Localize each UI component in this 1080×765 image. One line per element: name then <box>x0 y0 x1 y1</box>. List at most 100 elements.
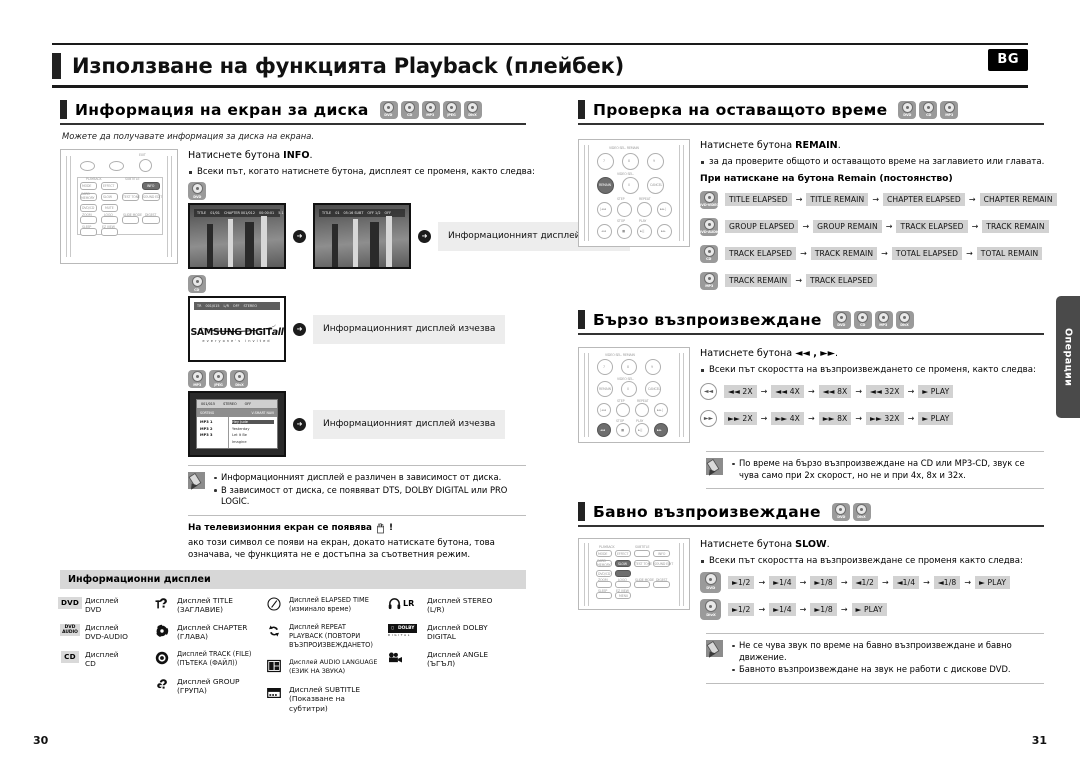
flow-chip: ►1/2 <box>728 603 755 616</box>
callout-info-disappears-2: Информационният дисплей изчезва <box>313 314 506 344</box>
page-number-left: 30 <box>33 734 49 747</box>
disc-icon-divx-slow: DivX <box>700 599 721 620</box>
section-remaining-time-title: Проверка на оставащото време <box>593 100 888 119</box>
section-slow-playback: Бавно възпроизвеждане DVD DivX <box>578 502 1044 527</box>
row-label-line1: Дисплей <box>85 622 119 632</box>
mp3-toolbar: SORTING V-SMART NAVI <box>197 409 277 417</box>
disc-icon-jpeg: JPEG <box>442 100 461 119</box>
manual-page-spread: Използване на функцията Playback (плейбе… <box>0 0 1080 765</box>
fast-playback-bullets: Всеки път скоростта на възпроизвеждането… <box>700 364 1044 376</box>
fast-playback-lead: Натиснете бутона ◄◄ , ►►. <box>700 348 839 359</box>
section-disc-info-head: Информация на екран за диска DVD CD MP3 … <box>60 100 526 123</box>
disc-icon-mp3-seq: MP3 <box>188 370 206 388</box>
table-row: Дисплей ELAPSED TIME (изминало време) <box>264 596 384 616</box>
list-item: MP3 3 <box>200 433 213 437</box>
remain-flow-cd: CD TRACK ELAPSED → TRACK REMAIN → TOTAL … <box>700 242 1057 265</box>
repeat-icon <box>264 623 284 638</box>
tv-symbol-note: На телевизионния екран се появява ! ако … <box>188 522 526 561</box>
flow-chip: GROUP ELAPSED <box>725 220 799 233</box>
info-displays-heading: Информационни дисплеи <box>60 569 526 589</box>
flow-chip: ◄◄ 8X <box>818 385 852 398</box>
row-label-line2: PLAYBACK (ПОВТОРИ <box>289 631 361 640</box>
arrow-glyph: → <box>881 249 888 258</box>
row-label-line2: (ГРУПА) <box>177 685 207 695</box>
callout-info-disappears-3: Информационният дисплей изчезва <box>313 409 506 439</box>
arrow-glyph: → <box>800 249 807 258</box>
row-label-line1: Дисплей TRACK (FILE) <box>177 649 252 658</box>
title-top-rule <box>52 43 1028 45</box>
left-column: Информация на екран за диска DVD CD MP3 … <box>57 100 631 720</box>
flow-chip: ◄1/8 <box>933 576 961 589</box>
flow-chip: ◄◄ 32X <box>866 385 904 398</box>
row-label-line2: (ЪГЪЛ) <box>427 658 456 668</box>
note-box-fast-playback: По време на бързо възпроизвеждане на CD … <box>706 451 1044 489</box>
arrow-glyph: → <box>802 222 810 231</box>
arrow-glyph: → <box>971 222 979 231</box>
disc-icon-jpeg-seq: JPEG <box>209 370 227 388</box>
flow-chip: CHAPTER ELAPSED <box>883 193 965 206</box>
arrow-icon-1: ➜ <box>293 229 306 243</box>
flow-chip: ►1/8 <box>810 603 837 616</box>
flow-chip: TRACK ELAPSED <box>896 220 968 233</box>
row-label-line2: (ПЪТЕКА (ФАЙЛ)) <box>177 658 238 667</box>
flow-chip: ►1/4 <box>769 576 796 589</box>
arrow-icon-4: ➜ <box>293 417 306 431</box>
section-accent-bar <box>578 502 585 521</box>
tv-screen-cd: TR 001/015 L/R OFF STEREO SAMSUNG DIGITa… <box>188 296 286 362</box>
group-icon <box>152 677 172 692</box>
section-slow-playback-title: Бавно възпроизвеждане <box>593 502 821 521</box>
disc-icon-cd-seq: CD <box>188 275 206 293</box>
disc-icon-mp3: MP3 <box>874 310 893 329</box>
row-label-line2: (ГЛАВА) <box>177 631 209 641</box>
row-label-line2: (ЗАГЛАВИЕ) <box>177 604 223 614</box>
section-remaining-time: Проверка на оставащото време DVD CD MP3 <box>578 100 1044 125</box>
flow-chip: ►► 32X <box>866 412 904 425</box>
dvd-sequence-block: DVD TITLE 01/01 CHAPTER 001/012 00:00:01… <box>188 182 631 269</box>
flow-chip: TITLE ELAPSED <box>725 193 792 206</box>
chapter-icon <box>152 623 172 638</box>
flow-chip: GROUP REMAIN <box>813 220 882 233</box>
clock-icon <box>264 596 284 611</box>
note-item: Бавното възпроизвеждане на звук не работ… <box>731 664 1044 676</box>
remote-illustration-remain: VIDEO SEL. REMAIN 7 8 9 VIDEO SEL. REMAI… <box>578 139 690 247</box>
flow-chip: ►► 2X <box>724 412 757 425</box>
row-label-line1: Дисплей TITLE <box>177 595 233 605</box>
flow-chip: ► PLAY <box>918 385 954 398</box>
disc-info-bullets: Всеки път, когато натиснете бутона, дисп… <box>188 166 548 178</box>
section-accent-bar <box>578 310 585 329</box>
flow-chip: TRACK ELAPSED <box>806 274 878 287</box>
flow-chip: TOTAL REMAIN <box>976 247 1043 260</box>
table-row: Дисплей SUBTITLE (Показване на субтитри) <box>264 685 384 713</box>
arrow-icon-3: ➜ <box>293 322 306 336</box>
flow-chip: ►► 4X <box>771 412 804 425</box>
title-bottom-rule <box>52 85 1028 88</box>
language-badge: BG <box>988 49 1028 71</box>
row-label-line1: Дисплей GROUP <box>177 676 240 686</box>
slow-flow-dvd: DVD ►1/2 → ►1/4 → ►1/8 → ◄1/2 → ◄1/4 → ◄… <box>700 571 1044 594</box>
disc-icon-mp3: MP3 <box>421 100 440 119</box>
list-item: Let It Be <box>232 433 247 437</box>
info-col-2: Дисплей TITLE (ЗАГЛАВИЕ) Дисплей CHAPTER(… <box>152 596 260 720</box>
audio-language-icon <box>264 658 284 673</box>
flow-chip: ►► 8X <box>818 412 852 425</box>
pill-dvd-icon: DVD <box>57 596 83 609</box>
table-row: DVD AUDIO Дисплей DVD-AUDIO <box>60 623 148 643</box>
remaining-time-bullet: за да проверите общото и оставащото врем… <box>700 156 1057 168</box>
pencil-icon <box>706 640 723 657</box>
mp3-track-list: Hey Jude Yesterday Let It Be Imagine <box>229 417 277 448</box>
disc-icon-divx-seq: DivX <box>230 370 248 388</box>
disc-info-step-body: Натиснете бутона INFO. Всеки път, когато… <box>188 149 631 269</box>
tv-screen-mp3: 001/015 STEREO OFF SORTING V-SMART NAVI … <box>188 391 286 457</box>
disc-icon-dvd: DVD <box>831 502 850 521</box>
right-column: Проверка на оставащото време DVD CD MP3 … <box>578 100 1057 684</box>
arrow-glyph: → <box>968 195 976 204</box>
flow-chip: TOTAL ELAPSED <box>891 247 963 260</box>
row-label-line2: CD <box>85 658 96 668</box>
disc-info-lead-button: INFO <box>283 150 310 161</box>
section-remaining-time-icons: DVD CD MP3 <box>898 100 959 119</box>
pill-dvd-audio-icon: DVD AUDIO <box>60 623 80 636</box>
disc-icon-mp3: MP3 <box>700 271 718 290</box>
cd-sequence-block: CD TR 001/015 L/R OFF STEREO SAMSUNG DIG… <box>188 275 526 362</box>
remaining-time-bullets: за да проверите общото и оставащото врем… <box>700 156 1057 168</box>
arrow-glyph: → <box>795 276 803 285</box>
